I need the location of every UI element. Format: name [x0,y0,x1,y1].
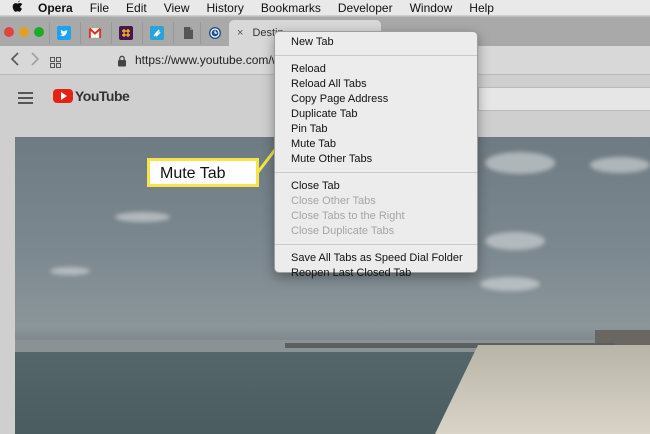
menu-item-close-duplicate-tabs: Close Duplicate Tabs [291,225,395,237]
speed-dial-icon[interactable] [50,55,61,73]
menu-developer[interactable]: Developer [338,1,393,15]
hamburger-menu-icon[interactable] [18,92,33,107]
youtube-logo-text: YouTube [75,88,130,104]
pinned-tab-document[interactable] [173,22,201,44]
menu-help[interactable]: Help [469,1,494,15]
youtube-play-icon [53,89,73,103]
menu-item-close-other-tabs: Close Other Tabs [291,195,376,207]
minimize-window-button[interactable] [19,27,29,37]
menu-item-new-tab[interactable]: New Tab [275,35,477,50]
apple-icon[interactable] [12,0,26,15]
menu-separator [275,172,477,173]
twitter-icon [56,26,71,40]
menu-item-mute-tab[interactable]: Mute Tab [275,137,477,152]
menu-edit[interactable]: Edit [126,1,147,15]
back-icon[interactable] [10,52,20,70]
cloud [590,157,650,173]
pinned-tab-clock[interactable] [200,22,228,44]
gmail-icon [88,27,101,39]
cloud [485,232,545,250]
close-window-button[interactable] [4,27,14,37]
pinned-tab-gmail[interactable] [80,22,108,44]
menu-item-mute-other-tabs[interactable]: Mute Other Tabs [275,152,477,167]
pinned-tab-twitter[interactable] [49,22,77,44]
menu-opera[interactable]: Opera [38,1,73,15]
menu-history[interactable]: History [207,1,244,15]
lock-icon[interactable] [117,54,127,72]
pinned-tab-feedly[interactable] [142,22,170,44]
tab-context-menu: New Tab Reload Reload All Tabs Copy Page… [274,31,478,279]
callout-label: Mute Tab [147,158,259,187]
menu-item-close-tab[interactable]: Close Tab [275,179,477,194]
pinned-tab-slack[interactable] [111,22,139,44]
menu-view[interactable]: View [164,1,190,15]
menu-separator [275,244,477,245]
menu-bar: Opera File Edit View History Bookmarks D… [0,0,650,16]
menu-item-reload[interactable]: Reload [275,62,477,77]
document-icon [183,27,193,39]
tab-close-icon[interactable]: × [237,27,243,39]
menu-item-pin-tab[interactable]: Pin Tab [275,122,477,137]
forward-icon[interactable] [30,52,40,70]
cloud [50,267,90,275]
menu-bookmarks[interactable]: Bookmarks [261,1,321,15]
menu-window[interactable]: Window [410,1,453,15]
menu-file[interactable]: File [90,1,109,15]
youtube-logo[interactable]: YouTube [53,88,130,104]
url-field[interactable]: https://www.youtube.com/w [135,53,280,67]
search-input[interactable] [478,87,650,111]
menu-item-reopen-closed-tab[interactable]: Reopen Last Closed Tab [275,266,477,281]
clock-icon [208,27,221,39]
menu-item-save-speed-dial[interactable]: Save All Tabs as Speed Dial Folder [275,251,477,266]
feedly-icon [149,26,164,40]
cloud [115,212,170,222]
menu-separator [275,55,477,56]
menu-item-copy-page-address[interactable]: Copy Page Address [275,92,477,107]
menu-item-duplicate-tab[interactable]: Duplicate Tab [275,107,477,122]
menu-item-reload-all-tabs[interactable]: Reload All Tabs [275,77,477,92]
slack-icon [118,26,133,40]
cloud [480,277,540,291]
zoom-window-button[interactable] [34,27,44,37]
cloud [485,152,555,174]
menu-item-close-tabs-right: Close Tabs to the Right [291,210,405,222]
